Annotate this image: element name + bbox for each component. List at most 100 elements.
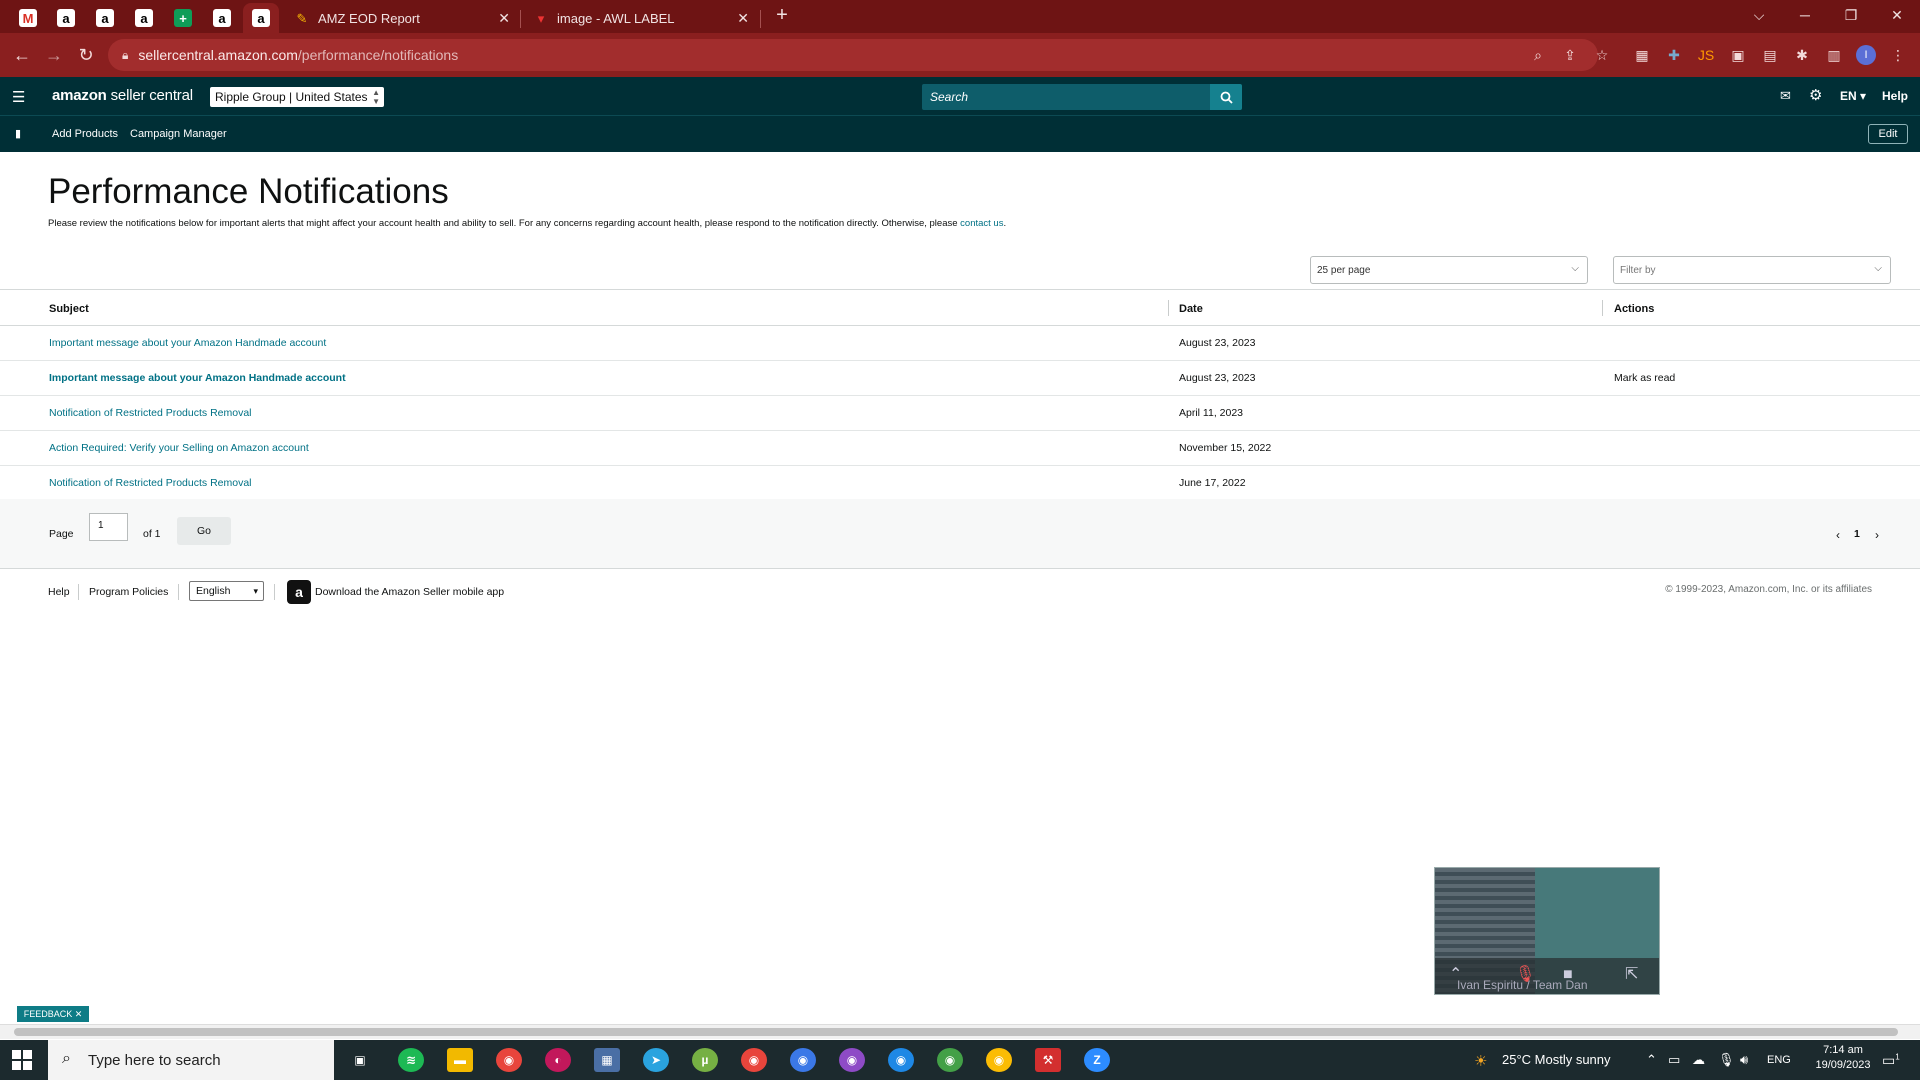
chrome-profile-icon[interactable]: ◉: [741, 1048, 767, 1072]
hamburger-menu-icon[interactable]: ☰: [12, 88, 25, 106]
tray-display-icon[interactable]: ▭: [1668, 1052, 1680, 1068]
extension-doc-icon[interactable]: ▤: [1760, 45, 1780, 65]
download-app-link[interactable]: Download the Amazon Seller mobile app: [315, 586, 504, 598]
windows-start-icon[interactable]: [12, 1050, 32, 1070]
chrome-profile-s-icon[interactable]: ◉: [888, 1048, 914, 1072]
chrome-icon[interactable]: ◉: [496, 1048, 522, 1072]
bookmark-icon[interactable]: ▮: [15, 127, 21, 140]
tab-image-awl-label[interactable]: ▾ image - AWL LABEL ✕: [521, 4, 759, 33]
volume-icon[interactable]: 🔊︎: [1740, 1052, 1748, 1068]
extension-js-icon[interactable]: JS: [1696, 45, 1716, 65]
next-page-icon[interactable]: ›: [1875, 528, 1879, 542]
calculator-icon[interactable]: ▦: [594, 1048, 620, 1072]
footer-help-link[interactable]: Help: [48, 586, 70, 598]
pinned-tab-gmail[interactable]: M: [10, 3, 46, 33]
scrollbar-thumb[interactable]: [14, 1028, 1898, 1036]
language-selector[interactable]: EN ▾: [1840, 89, 1866, 103]
bookmark-star-icon[interactable]: ☆: [1592, 45, 1612, 65]
pinned-tab-amazon-4[interactable]: a: [204, 3, 240, 33]
col-header-subject[interactable]: Subject: [49, 303, 89, 315]
horizontal-scrollbar[interactable]: [0, 1024, 1920, 1039]
close-window-icon[interactable]: ✕: [1874, 0, 1920, 30]
microphone-icon[interactable]: 🎙︎: [1718, 1052, 1735, 1068]
minimize-icon[interactable]: ─: [1782, 0, 1828, 30]
utorrent-icon[interactable]: µ: [692, 1048, 718, 1072]
weather-text[interactable]: 25°C Mostly sunny: [1502, 1052, 1611, 1067]
notification-subject-link[interactable]: Notification of Restricted Products Remo…: [49, 477, 252, 489]
spotify-icon[interactable]: ≋: [398, 1048, 424, 1072]
address-bar[interactable]: 🔒︎ sellercentral.amazon.com/performance/…: [108, 39, 1598, 71]
tab-amz-eod-report[interactable]: ✎ AMZ EOD Report ✕: [282, 4, 520, 33]
footer-language-select[interactable]: English ▾: [189, 581, 264, 601]
restore-icon[interactable]: ❐: [1828, 0, 1874, 30]
tray-chevron-up-icon[interactable]: ⌃: [1646, 1052, 1657, 1068]
browser-toolbar: ← → ↻ 🔒︎ sellercentral.amazon.com/perfor…: [0, 33, 1920, 77]
search-input[interactable]: Search: [922, 84, 1210, 110]
pinned-tab-amazon-active[interactable]: a: [243, 3, 279, 33]
footer-program-policies-link[interactable]: Program Policies: [89, 586, 168, 598]
taskbar-search-input[interactable]: ⌕ Type here to search: [48, 1040, 334, 1080]
per-page-dropdown[interactable]: 25 per page ⌵: [1310, 256, 1588, 284]
notification-subject-link[interactable]: Notification of Restricted Products Remo…: [49, 407, 252, 419]
notification-subject-link[interactable]: Important message about your Amazon Hand…: [49, 337, 326, 349]
amazon-app-icon[interactable]: a: [287, 580, 311, 604]
mark-as-read-link[interactable]: Mark as read: [1614, 372, 1675, 384]
subnav-campaign-manager[interactable]: Campaign Manager: [130, 128, 227, 140]
filter-by-dropdown[interactable]: Filter by ⌵: [1613, 256, 1891, 284]
help-link[interactable]: Help: [1882, 89, 1908, 103]
pinned-tab-amazon-3[interactable]: a: [126, 3, 162, 33]
mail-icon[interactable]: ✉: [1780, 88, 1791, 104]
pinned-tab-sheets[interactable]: +: [165, 3, 201, 33]
video-call-overlay[interactable]: ⌃ 🎙︎ ■ ⇱ Ivan Espiritu / Team Dan: [1434, 867, 1660, 995]
input-language[interactable]: ENG: [1767, 1054, 1791, 1066]
task-view-icon[interactable]: ▣: [347, 1048, 373, 1072]
col-header-date[interactable]: Date: [1179, 303, 1203, 315]
onedrive-icon[interactable]: ☁: [1692, 1052, 1705, 1068]
edit-button[interactable]: Edit: [1868, 124, 1908, 144]
go-button[interactable]: Go: [177, 517, 231, 545]
app-icon-tool[interactable]: ⚒: [1035, 1048, 1061, 1072]
notifications-icon[interactable]: ▭1: [1882, 1052, 1900, 1069]
subnav-add-products[interactable]: Add Products: [52, 128, 118, 140]
zoom-app-icon[interactable]: Z: [1084, 1048, 1110, 1072]
pop-out-icon[interactable]: ⇱: [1625, 964, 1638, 984]
menu-kebab-icon[interactable]: ⋮: [1888, 45, 1908, 65]
share-icon[interactable]: ⇪: [1560, 45, 1580, 65]
new-tab-button[interactable]: +: [762, 0, 802, 30]
close-tab-icon[interactable]: ✕: [737, 10, 749, 27]
profile-avatar[interactable]: I: [1856, 45, 1876, 65]
chrome-profile-y-icon[interactable]: ◉: [986, 1048, 1012, 1072]
chrome-active-icon[interactable]: ◉: [790, 1048, 816, 1072]
page-number-input[interactable]: 1: [89, 513, 128, 541]
clock[interactable]: 7:14 am 19/09/2023: [1808, 1044, 1878, 1071]
telegram-icon[interactable]: ➤: [643, 1048, 669, 1072]
account-switcher[interactable]: Ripple Group | United States ▲ ▼: [210, 87, 384, 107]
notification-subject-link[interactable]: Action Required: Verify your Selling on …: [49, 442, 309, 454]
search-button[interactable]: [1210, 84, 1242, 110]
current-page-number[interactable]: 1: [1854, 528, 1860, 540]
chrome-profile-c-icon[interactable]: ◉: [839, 1048, 865, 1072]
seller-central-logo[interactable]: amazon seller central: [52, 87, 193, 104]
file-explorer-icon[interactable]: ▬: [447, 1048, 473, 1072]
tab-search-icon[interactable]: ⌵: [1736, 0, 1782, 30]
forward-icon[interactable]: →: [40, 41, 68, 69]
extension-puzzle-blue-icon[interactable]: ✚: [1664, 45, 1684, 65]
zoom-icon[interactable]: ⌕: [1528, 45, 1548, 65]
reload-icon[interactable]: ↻: [72, 41, 100, 69]
prev-page-icon[interactable]: ‹: [1836, 528, 1840, 542]
feedback-button[interactable]: FEEDBACK ✕: [17, 1006, 89, 1022]
extension-off-icon[interactable]: ▦: [1632, 45, 1652, 65]
side-panel-icon[interactable]: ▥: [1824, 45, 1844, 65]
close-tab-icon[interactable]: ✕: [498, 10, 510, 27]
chrome-profile-h-icon[interactable]: ◉: [937, 1048, 963, 1072]
extensions-puzzle-icon[interactable]: ✱: [1792, 45, 1812, 65]
pinned-tab-amazon-1[interactable]: a: [48, 3, 84, 33]
extension-image-icon[interactable]: ▣: [1728, 45, 1748, 65]
notification-subject-link[interactable]: Important message about your Amazon Hand…: [49, 372, 346, 384]
back-icon[interactable]: ←: [8, 41, 36, 69]
contact-us-link[interactable]: contact us: [960, 218, 1003, 229]
app-icon-pink[interactable]: ◐: [545, 1048, 571, 1072]
pinned-tab-amazon-2[interactable]: a: [87, 3, 123, 33]
weather-icon[interactable]: ☀: [1474, 1052, 1487, 1070]
settings-gear-icon[interactable]: ⚙: [1809, 86, 1822, 104]
